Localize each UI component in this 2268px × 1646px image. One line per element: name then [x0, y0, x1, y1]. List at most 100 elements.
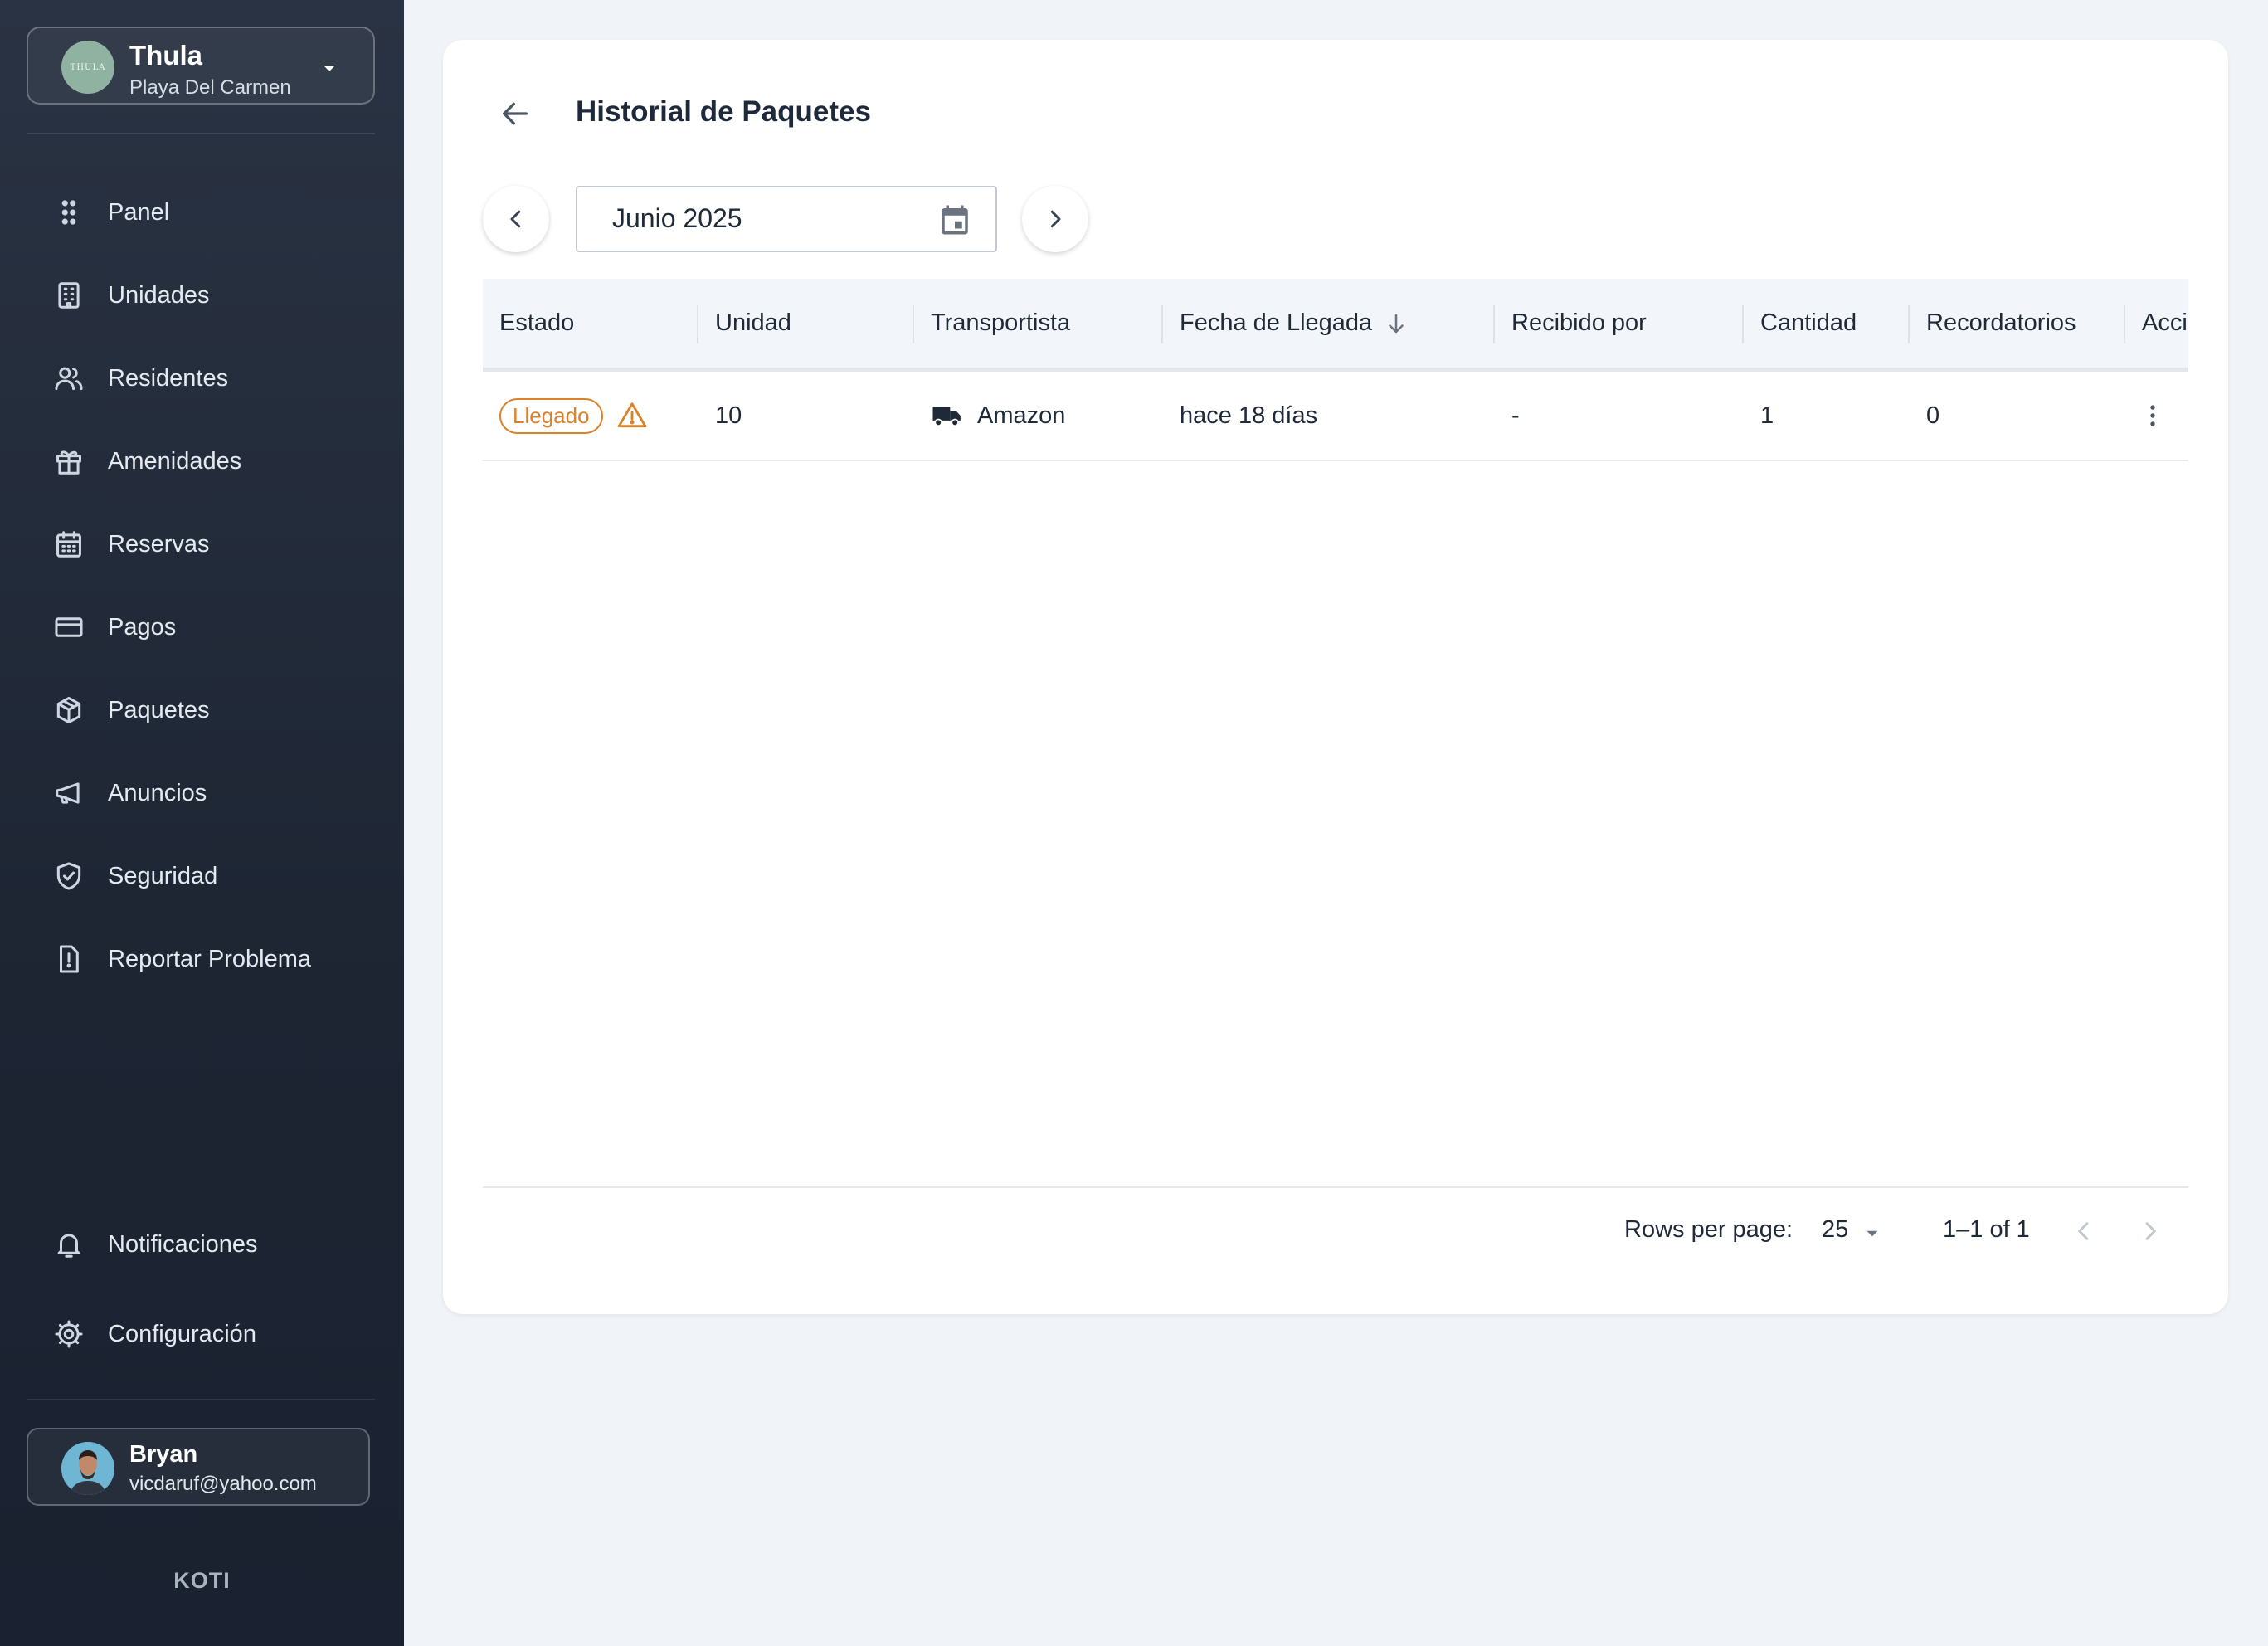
warning-icon — [617, 402, 646, 428]
sidebar-item-amenidades[interactable]: Amenidades — [27, 432, 375, 490]
page-title: Historial de Paquetes — [576, 95, 871, 128]
sidebar-item-label: Residentes — [108, 364, 229, 392]
sidebar-item-notificaciones[interactable]: Notificaciones — [27, 1215, 375, 1273]
caret-down-icon — [324, 66, 335, 71]
gear-icon — [53, 1318, 85, 1350]
cell-unidad: 10 — [715, 402, 742, 429]
column-separator — [1161, 305, 1163, 343]
rows-per-page-select[interactable]: 25 — [1822, 1216, 1848, 1244]
main-card: Historial de Paquetes Junio 2025 Estado … — [443, 40, 2228, 1314]
sidebar-item-reportar-problema[interactable]: Reportar Problema — [27, 930, 375, 988]
sidebar-item-reservas[interactable]: Reservas — [27, 515, 375, 573]
avatar — [61, 1442, 114, 1495]
caret-down-icon[interactable] — [1862, 1223, 1883, 1244]
bell-icon — [53, 1229, 85, 1260]
column-header-acciones[interactable]: Acciones — [2142, 279, 2188, 368]
organization-switcher[interactable]: THULA Thula Playa Del Carmen — [27, 27, 375, 105]
column-header-cantidad[interactable]: Cantidad — [1760, 279, 1857, 368]
calendar-icon[interactable] — [937, 202, 972, 237]
month-picker-value: Junio 2025 — [612, 203, 742, 233]
status-badge: Llegado — [499, 397, 603, 434]
cell-recordatorios: 0 — [1926, 402, 1940, 429]
column-header-estado[interactable]: Estado — [499, 279, 574, 368]
sidebar-item-pagos[interactable]: Pagos — [27, 598, 375, 656]
user-profile-card[interactable]: Bryan vicdaruf@yahoo.com — [27, 1428, 370, 1506]
gift-icon — [53, 446, 85, 477]
sidebar-item-label: Paquetes — [108, 696, 210, 723]
carrier-name: Amazon — [977, 402, 1066, 429]
megaphone-icon — [53, 777, 85, 809]
chevron-left-icon — [510, 210, 521, 228]
packages-table: Estado Unidad Transportista Fecha de Lle… — [483, 279, 2188, 461]
rows-per-page-label: Rows per page: — [1624, 1216, 1793, 1243]
sidebar-item-unidades[interactable]: Unidades — [27, 266, 375, 324]
sidebar-item-panel[interactable]: Panel — [27, 183, 375, 241]
previous-page-button[interactable] — [2066, 1213, 2102, 1249]
chevron-left-icon — [2078, 1222, 2089, 1240]
column-separator — [697, 305, 698, 343]
column-header-fecha-de-llegada[interactable]: Fecha de Llegada — [1180, 279, 1409, 368]
building-icon — [53, 280, 85, 311]
column-header-transportista[interactable]: Transportista — [931, 279, 1070, 368]
column-header-recibido-por[interactable]: Recibido por — [1511, 279, 1647, 368]
previous-month-button[interactable] — [483, 186, 549, 252]
sidebar-item-label: Panel — [108, 198, 170, 226]
truck-icon — [932, 407, 961, 426]
package-icon — [53, 694, 85, 726]
organization-logo-text: THULA — [70, 62, 106, 72]
cell-cantidad: 1 — [1760, 402, 1774, 429]
sidebar: THULA Thula Playa Del Carmen Panel Unida… — [0, 0, 404, 1646]
sidebar-item-label: Configuración — [108, 1320, 256, 1347]
sidebar-item-configuracion[interactable]: Configuración — [27, 1305, 375, 1363]
column-header-label: Fecha de Llegada — [1180, 309, 1373, 336]
sidebar-item-label: Reservas — [108, 530, 210, 558]
next-month-button[interactable] — [1022, 186, 1088, 252]
sidebar-item-label: Seguridad — [108, 862, 218, 889]
row-actions-button[interactable] — [2139, 372, 2167, 460]
month-picker-field[interactable]: Junio 2025 — [576, 186, 997, 252]
column-separator — [1493, 305, 1495, 343]
report-icon — [53, 943, 85, 975]
brand-label: KOTI — [173, 1568, 231, 1593]
cell-fecha-de-llegada: hace 18 días — [1180, 402, 1318, 429]
arrow-left-icon — [503, 102, 528, 125]
sidebar-item-label: Anuncios — [108, 779, 207, 806]
next-page-button[interactable] — [2132, 1213, 2168, 1249]
sidebar-item-paquetes[interactable]: Paquetes — [27, 681, 375, 739]
sidebar-divider — [27, 1399, 375, 1400]
users-icon — [53, 363, 85, 394]
organization-logo: THULA — [61, 41, 114, 94]
table-footer-divider — [483, 1186, 2188, 1188]
sidebar-item-label: Reportar Problema — [108, 945, 311, 972]
chevron-right-icon — [2145, 1222, 2156, 1240]
sidebar-item-label: Amenidades — [108, 447, 242, 475]
calendar-icon — [53, 528, 85, 560]
organization-name: Thula — [129, 40, 202, 71]
sidebar-item-seguridad[interactable]: Seguridad — [27, 847, 375, 905]
cell-estado: Llegado — [499, 372, 648, 460]
grid-dots-icon — [53, 197, 85, 228]
back-button[interactable] — [494, 93, 536, 134]
table-header: Estado Unidad Transportista Fecha de Lle… — [483, 279, 2188, 372]
cell-transportista: Amazon — [931, 372, 1065, 460]
table-row[interactable]: Llegado 10 Amazon hace 18 días - 1 0 — [483, 372, 2188, 461]
column-separator — [1908, 305, 1910, 343]
organization-location: Playa Del Carmen — [129, 76, 291, 99]
cell-recibido-por: - — [1511, 402, 1520, 429]
column-header-unidad[interactable]: Unidad — [715, 279, 791, 368]
shield-check-icon — [53, 860, 85, 892]
column-header-recordatorios[interactable]: Recordatorios — [1926, 279, 2076, 368]
credit-card-icon — [53, 611, 85, 643]
pagination-range: 1–1 of 1 — [1943, 1216, 2030, 1243]
chevron-right-icon — [1050, 210, 1061, 228]
sort-descending-icon — [1389, 314, 1404, 333]
sidebar-item-label: Unidades — [108, 281, 210, 309]
more-vertical-icon — [2150, 405, 2155, 426]
user-name: Bryan — [129, 1441, 198, 1468]
sidebar-item-residentes[interactable]: Residentes — [27, 349, 375, 407]
sidebar-item-label: Pagos — [108, 613, 177, 640]
column-separator — [2124, 305, 2125, 343]
user-email: vicdaruf@yahoo.com — [129, 1473, 317, 1495]
sidebar-item-label: Notificaciones — [108, 1230, 258, 1258]
sidebar-item-anuncios[interactable]: Anuncios — [27, 764, 375, 822]
